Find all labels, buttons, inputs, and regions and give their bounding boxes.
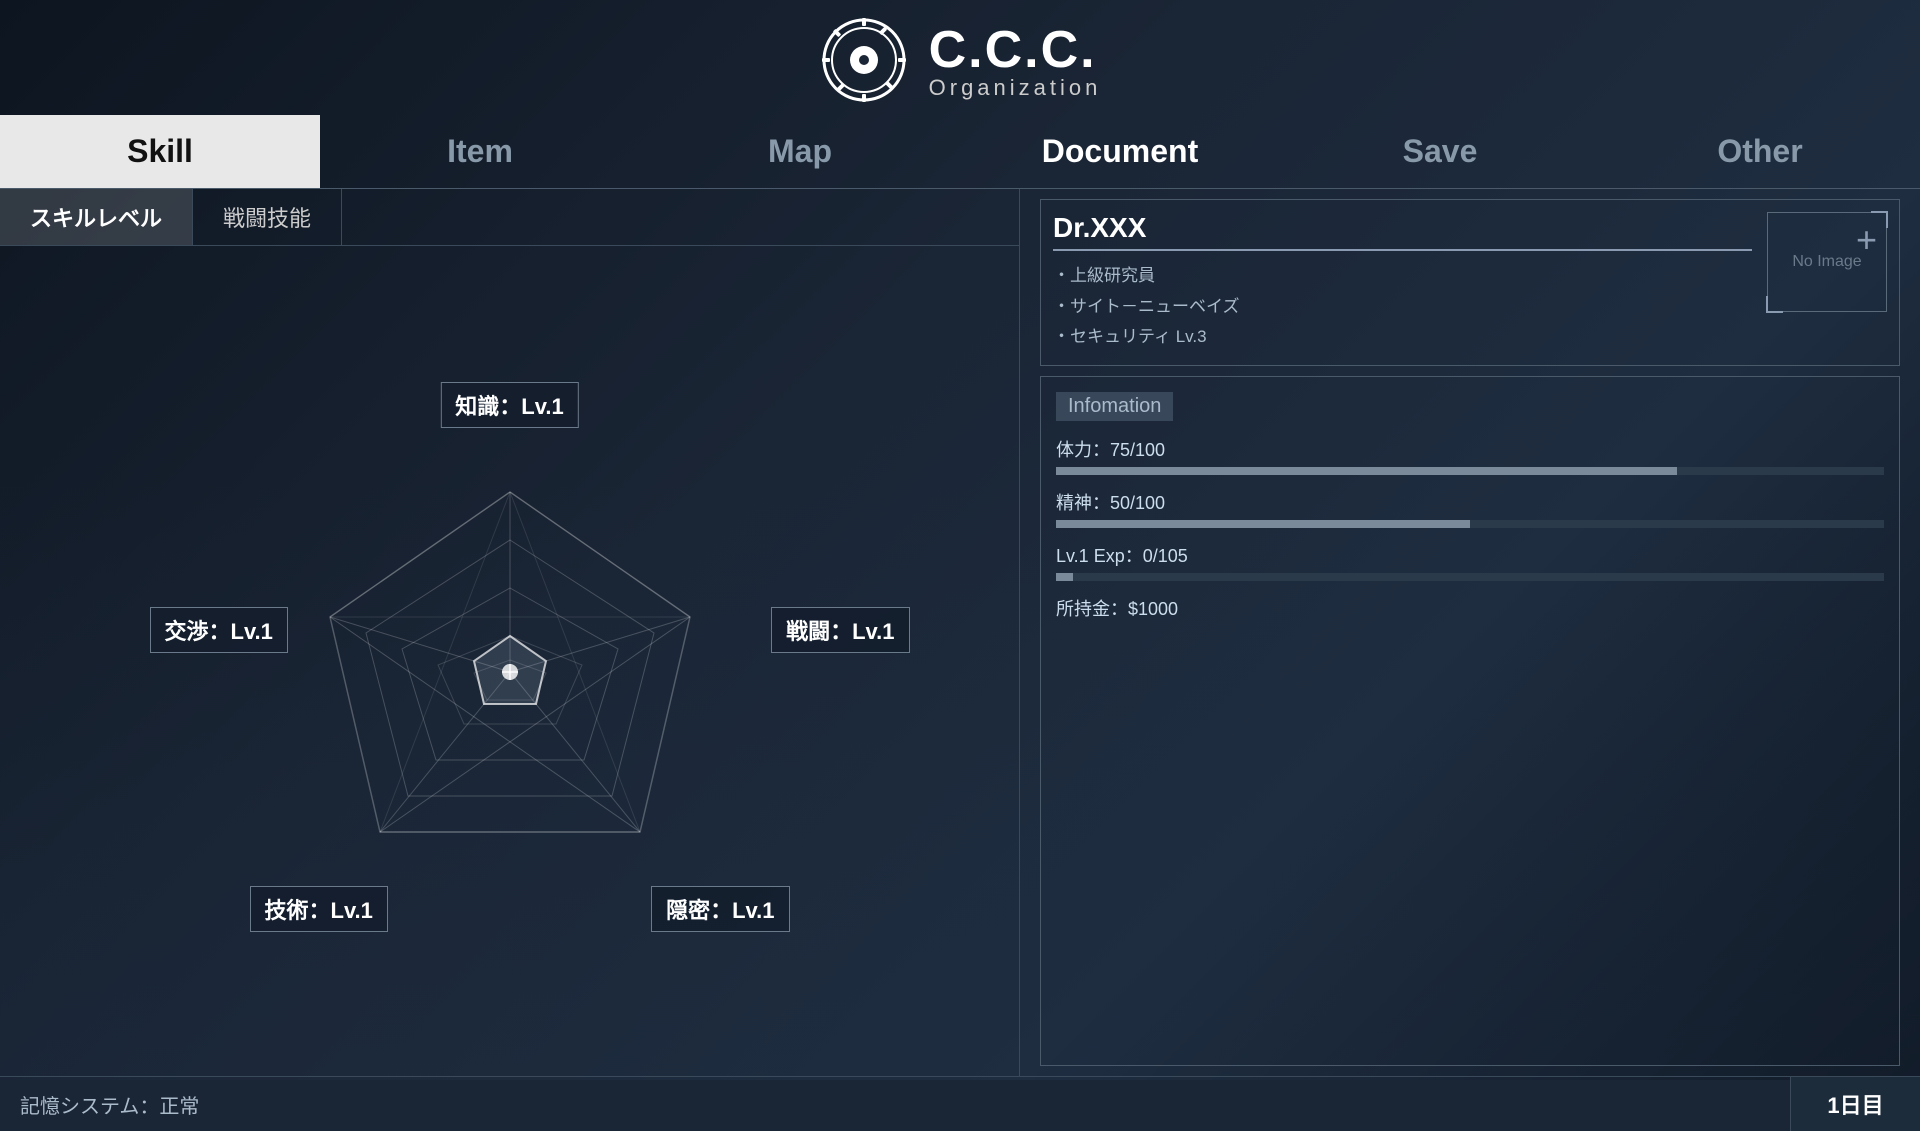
skill-stealth-label: 隠密：Lv.1 xyxy=(651,886,789,932)
tab-item[interactable]: Item xyxy=(320,115,640,188)
stat-mp-bar-bg xyxy=(1056,520,1884,528)
tab-other[interactable]: Other xyxy=(1600,115,1920,188)
char-name: Dr.XXX xyxy=(1053,212,1752,251)
stat-mp-row: 精神：50/100 xyxy=(1056,489,1884,528)
stat-hp-label: 体力：75/100 xyxy=(1056,436,1884,462)
char-info-line-1: ・上級研究員 xyxy=(1053,261,1752,292)
info-section-title: Infomation xyxy=(1056,392,1173,421)
logo-icon xyxy=(819,15,909,105)
stat-money-row: 所持金：$1000 xyxy=(1056,595,1884,621)
char-info-line-2: ・サイト－ニューベイズ xyxy=(1053,292,1752,323)
stat-exp-label: Lv.1 Exp：0/105 xyxy=(1056,542,1884,568)
stat-hp-bar-bg xyxy=(1056,467,1884,475)
no-image-label: No Image xyxy=(1792,253,1861,271)
tab-save[interactable]: Save xyxy=(1280,115,1600,188)
char-name-section: Dr.XXX ・上級研究員 ・サイト－ニューベイズ ・セキュリティ Lv.3 xyxy=(1053,212,1752,353)
tab-map[interactable]: Map xyxy=(640,115,960,188)
skill-combat-label: 戦闘：Lv.1 xyxy=(771,607,909,653)
app-title-block: C.C.C. Organization xyxy=(929,20,1102,101)
sub-tab-combat-skill[interactable]: 戦闘技能 xyxy=(193,189,342,245)
main-content: スキルレベル 戦闘技能 xyxy=(0,189,1920,1076)
char-card: Dr.XXX ・上級研究員 ・サイト－ニューベイズ ・セキュリティ Lv.3 +… xyxy=(1040,199,1900,366)
sub-tabs: スキルレベル 戦闘技能 xyxy=(0,189,1019,246)
stat-hp-bar-fill xyxy=(1056,467,1677,475)
skill-negotiation-label: 交渉：Lv.1 xyxy=(150,607,288,653)
stat-mp-label: 精神：50/100 xyxy=(1056,489,1884,515)
radar-chart xyxy=(270,432,750,912)
char-image-box: No Image xyxy=(1767,212,1887,312)
left-panel: スキルレベル 戦闘技能 xyxy=(0,189,1020,1076)
nav-tabs: Skill Item Map Document Save Other xyxy=(0,115,1920,189)
char-info-line-3: ・セキュリティ Lv.3 xyxy=(1053,322,1752,353)
stat-exp-bar-fill xyxy=(1056,573,1073,581)
footer-status: 記憶システム：正常 xyxy=(0,1077,1790,1131)
radar-container: 知識：Lv.1 交渉：Lv.1 戦闘：Lv.1 技術：Lv.1 隠密：Lv.1 xyxy=(210,372,810,972)
stat-exp-bar-bg xyxy=(1056,573,1884,581)
header: C.C.C. Organization xyxy=(0,0,1920,115)
sub-tab-skill-level[interactable]: スキルレベル xyxy=(0,189,193,245)
char-info: ・上級研究員 ・サイト－ニューベイズ ・セキュリティ Lv.3 xyxy=(1053,261,1752,353)
footer-day: 1日目 xyxy=(1790,1077,1920,1131)
stat-hp-row: 体力：75/100 xyxy=(1056,436,1884,475)
app-title: C.C.C. xyxy=(929,21,1097,79)
stat-money-label: 所持金：$1000 xyxy=(1056,595,1884,621)
tab-document[interactable]: Document xyxy=(960,115,1280,188)
tab-skill[interactable]: Skill xyxy=(0,115,320,188)
stat-mp-bar-fill xyxy=(1056,520,1470,528)
stat-exp-row: Lv.1 Exp：0/105 xyxy=(1056,542,1884,581)
skill-tech-label: 技術：Lv.1 xyxy=(250,886,388,932)
skill-knowledge-label: 知識：Lv.1 xyxy=(440,382,578,428)
app-subtitle: Organization xyxy=(929,75,1102,101)
info-section: Infomation 体力：75/100 精神：50/100 Lv.1 Exp：… xyxy=(1040,376,1900,1066)
char-image-section: + No Image xyxy=(1767,212,1887,353)
right-panel: Dr.XXX ・上級研究員 ・サイト－ニューベイズ ・セキュリティ Lv.3 +… xyxy=(1020,189,1920,1076)
radar-area: 知識：Lv.1 交渉：Lv.1 戦闘：Lv.1 技術：Lv.1 隠密：Lv.1 xyxy=(0,246,1019,1078)
footer: 記憶システム：正常 1日目 xyxy=(0,1076,1920,1131)
